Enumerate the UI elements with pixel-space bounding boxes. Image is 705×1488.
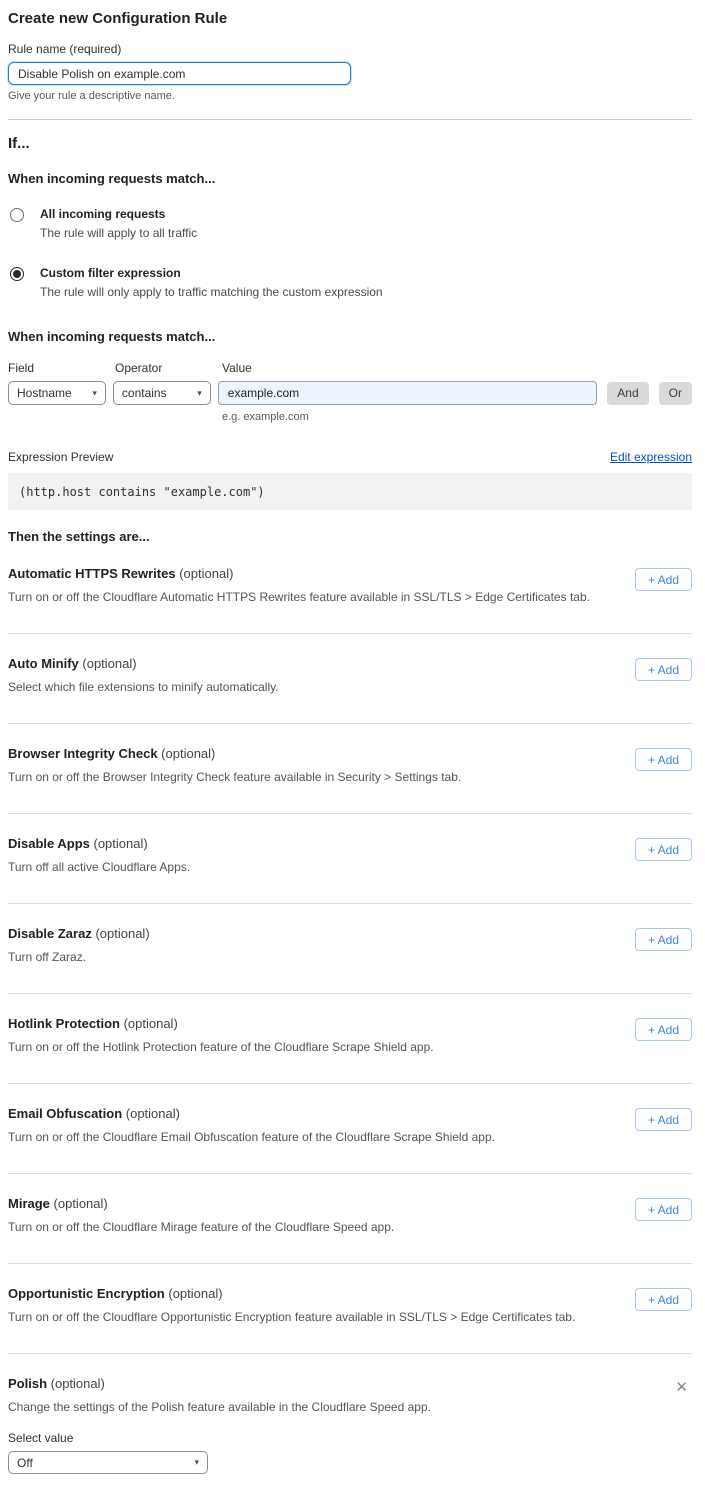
polish-select-value: Off <box>17 1456 33 1470</box>
add-auto-minify-button[interactable]: + Add <box>635 658 692 681</box>
setting-optional-tag: (optional) <box>179 566 233 581</box>
and-button[interactable]: And <box>607 382 648 405</box>
create-configuration-rule-page: Create new Configuration Rule Rule name … <box>0 0 705 1488</box>
operator-label: Operator <box>115 361 222 375</box>
rule-name-label: Rule name (required) <box>8 42 692 56</box>
setting-row-polish: Polish (optional) Change the settings of… <box>8 1354 692 1474</box>
setting-name: Disable Zaraz <box>8 926 92 941</box>
setting-optional-tag: (optional) <box>126 1106 180 1121</box>
setting-optional-tag: (optional) <box>94 836 148 851</box>
setting-name: Browser Integrity Check <box>8 746 158 761</box>
setting-name: Mirage <box>8 1196 50 1211</box>
value-input[interactable] <box>218 381 598 405</box>
add-email-obfuscation-button[interactable]: + Add <box>635 1108 692 1131</box>
add-automatic-https-rewrites-button[interactable]: + Add <box>635 568 692 591</box>
chevron-down-icon: ▾ <box>197 388 202 399</box>
page-title: Create new Configuration Rule <box>8 10 692 27</box>
setting-optional-tag: (optional) <box>54 1196 108 1211</box>
field-label: Field <box>8 361 115 375</box>
expression-preview-code: (http.host contains "example.com") <box>8 473 692 510</box>
value-helper: e.g. example.com <box>222 411 692 423</box>
or-button[interactable]: Or <box>659 382 692 405</box>
setting-optional-tag: (optional) <box>168 1286 222 1301</box>
setting-row-hotlink-protection: Hotlink Protection (optional) Turn on or… <box>8 994 692 1084</box>
setting-description: Turn on or off the Browser Integrity Che… <box>8 770 461 784</box>
setting-row-browser-integrity-check: Browser Integrity Check (optional) Turn … <box>8 724 692 814</box>
rule-name-input[interactable] <box>8 62 351 85</box>
setting-optional-tag: (optional) <box>51 1376 105 1391</box>
setting-optional-tag: (optional) <box>124 1016 178 1031</box>
add-hotlink-protection-button[interactable]: + Add <box>635 1018 692 1041</box>
section-divider <box>8 119 692 120</box>
setting-row-disable-zaraz: Disable Zaraz (optional) Turn off Zaraz.… <box>8 904 692 994</box>
rule-name-helper: Give your rule a descriptive name. <box>8 90 692 102</box>
radio-option-all-incoming-requests[interactable]: All incoming requests The rule will appl… <box>8 207 692 240</box>
if-heading: If... <box>8 135 692 152</box>
expression-builder-heading: When incoming requests match... <box>8 329 692 344</box>
setting-name: Email Obfuscation <box>8 1106 122 1121</box>
add-mirage-button[interactable]: + Add <box>635 1198 692 1221</box>
radio-description: The rule will apply to all traffic <box>40 226 197 240</box>
setting-name: Automatic HTTPS Rewrites <box>8 566 176 581</box>
then-settings-heading: Then the settings are... <box>8 529 692 544</box>
setting-row-email-obfuscation: Email Obfuscation (optional) Turn on or … <box>8 1084 692 1174</box>
setting-row-opportunistic-encryption: Opportunistic Encryption (optional) Turn… <box>8 1264 692 1354</box>
setting-row-automatic-https-rewrites: Automatic HTTPS Rewrites (optional) Turn… <box>8 544 692 634</box>
add-disable-apps-button[interactable]: + Add <box>635 838 692 861</box>
setting-description: Turn on or off the Cloudflare Automatic … <box>8 590 590 604</box>
radio-description: The rule will only apply to traffic matc… <box>40 285 383 299</box>
expression-preview-label: Expression Preview <box>8 450 113 464</box>
setting-description: Select which file extensions to minify a… <box>8 680 279 694</box>
setting-description: Turn off all active Cloudflare Apps. <box>8 860 190 874</box>
setting-description: Turn on or off the Hotlink Protection fe… <box>8 1040 434 1054</box>
setting-row-disable-apps: Disable Apps (optional) Turn off all act… <box>8 814 692 904</box>
setting-description: Turn on or off the Cloudflare Email Obfu… <box>8 1130 495 1144</box>
setting-optional-tag: (optional) <box>161 746 215 761</box>
add-opportunistic-encryption-button[interactable]: + Add <box>635 1288 692 1311</box>
setting-name: Hotlink Protection <box>8 1016 120 1031</box>
setting-description: Turn on or off the Cloudflare Opportunis… <box>8 1310 575 1324</box>
chevron-down-icon: ▾ <box>194 1457 199 1468</box>
operator-select[interactable]: contains ▾ <box>113 381 211 405</box>
setting-name: Disable Apps <box>8 836 90 851</box>
radio-label: Custom filter expression <box>40 266 383 280</box>
setting-row-auto-minify: Auto Minify (optional) Select which file… <box>8 634 692 724</box>
operator-select-value: contains <box>122 386 167 400</box>
polish-select-value-label: Select value <box>8 1431 692 1445</box>
radio-label: All incoming requests <box>40 207 197 221</box>
expression-builder-row: Hostname ▾ contains ▾ And Or <box>8 381 692 405</box>
setting-name: Polish <box>8 1376 47 1391</box>
setting-description: Change the settings of the Polish featur… <box>8 1400 431 1414</box>
field-select-value: Hostname <box>17 386 72 400</box>
setting-optional-tag: (optional) <box>95 926 149 941</box>
incoming-requests-match-heading: When incoming requests match... <box>8 171 692 186</box>
value-label: Value <box>222 361 252 375</box>
edit-expression-link[interactable]: Edit expression <box>610 450 692 464</box>
close-icon[interactable]: ✕ <box>671 1378 692 1397</box>
polish-value-select[interactable]: Off ▾ <box>8 1451 208 1474</box>
request-match-radio-group: All incoming requests The rule will appl… <box>8 207 692 299</box>
field-select[interactable]: Hostname ▾ <box>8 381 106 405</box>
setting-description: Turn off Zaraz. <box>8 950 150 964</box>
add-disable-zaraz-button[interactable]: + Add <box>635 928 692 951</box>
setting-name: Opportunistic Encryption <box>8 1286 165 1301</box>
radio-button-selected[interactable] <box>10 267 24 281</box>
chevron-down-icon: ▾ <box>92 388 97 399</box>
setting-optional-tag: (optional) <box>82 656 136 671</box>
setting-name: Auto Minify <box>8 656 79 671</box>
setting-description: Turn on or off the Cloudflare Mirage fea… <box>8 1220 394 1234</box>
radio-option-custom-filter-expression[interactable]: Custom filter expression The rule will o… <box>8 266 692 299</box>
add-browser-integrity-check-button[interactable]: + Add <box>635 748 692 771</box>
setting-row-mirage: Mirage (optional) Turn on or off the Clo… <box>8 1174 692 1264</box>
radio-button-unselected[interactable] <box>10 208 24 222</box>
